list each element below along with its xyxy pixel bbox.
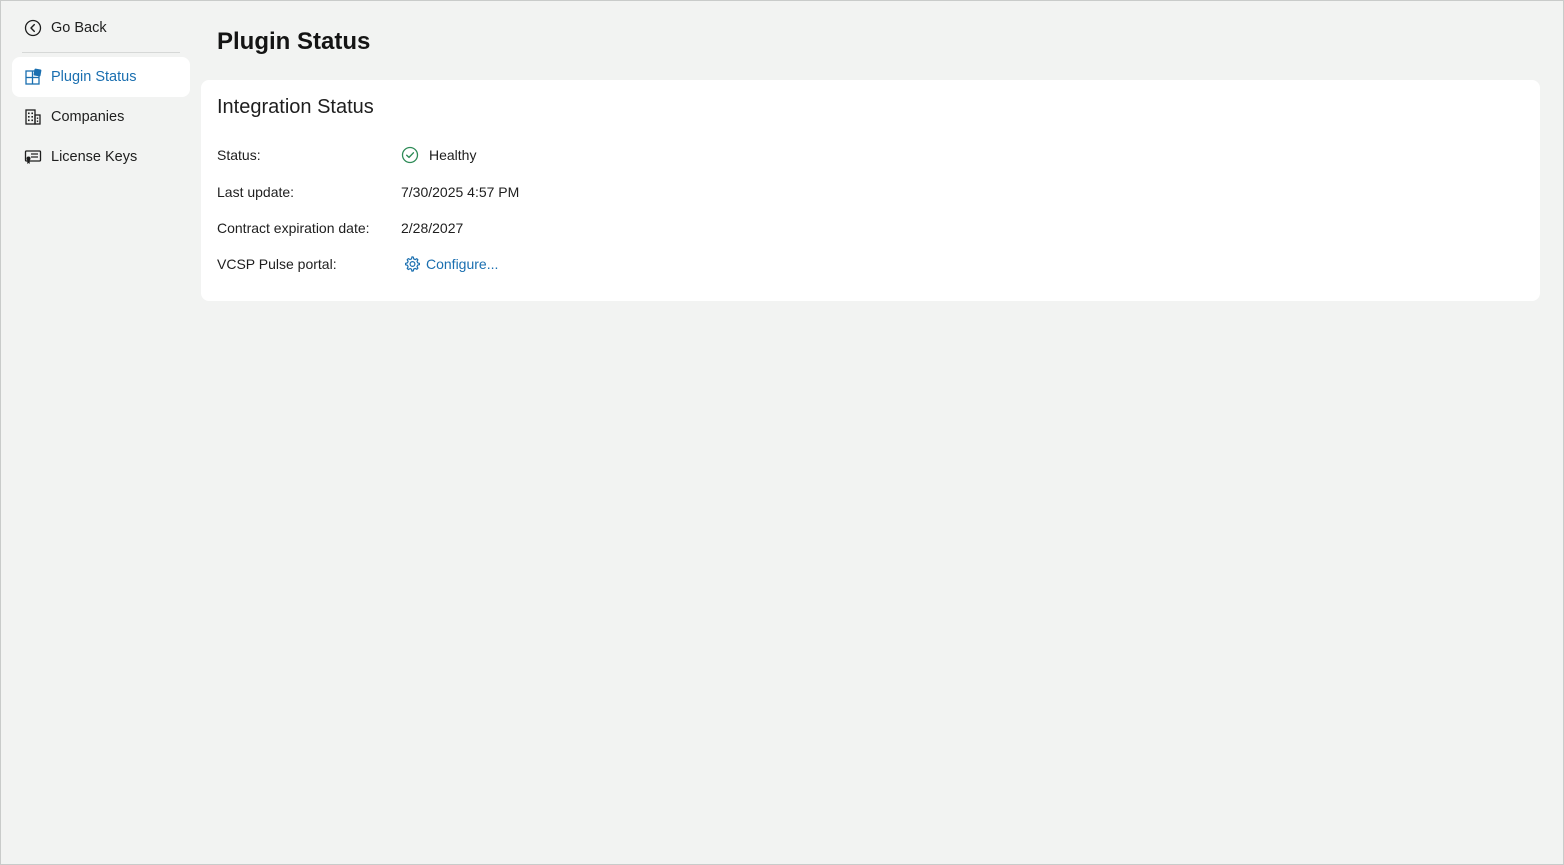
sidebar-item-plugin-status[interactable]: Plugin Status	[12, 57, 190, 97]
vcsp-portal-row: VCSP Pulse portal: Configure...	[217, 255, 498, 273]
vcsp-portal-label: VCSP Pulse portal:	[217, 256, 337, 272]
back-circle-icon	[24, 19, 42, 37]
go-back-button[interactable]: Go Back	[12, 10, 190, 46]
contract-expiration-label: Contract expiration date:	[217, 220, 370, 236]
check-circle-icon	[401, 146, 419, 164]
sidebar-item-label: Companies	[51, 109, 125, 125]
building-icon	[24, 108, 42, 126]
status-value: Healthy	[401, 146, 476, 164]
last-update-value: 7/30/2025 4:57 PM	[401, 184, 520, 200]
sidebar-item-companies[interactable]: Companies	[12, 97, 190, 137]
sidebar-item-label: License Keys	[51, 149, 138, 165]
page-title: Plugin Status	[217, 28, 371, 55]
configure-link-text: Configure...	[426, 256, 499, 272]
plugin-status-icon	[24, 68, 42, 86]
sidebar-item-license-keys[interactable]: License Keys	[12, 137, 190, 177]
sidebar-item-label: Plugin Status	[51, 69, 137, 85]
sidebar: Go Back Plugin Status Companies License …	[12, 10, 190, 177]
card-title: Integration Status	[217, 96, 374, 118]
status-row: Status: Healthy	[217, 146, 476, 164]
contract-expiration-row: Contract expiration date: 2/28/2027	[217, 220, 463, 236]
status-text: Healthy	[429, 147, 477, 163]
sidebar-divider	[22, 52, 180, 53]
contract-expiration-value: 2/28/2027	[401, 220, 464, 236]
last-update-row: Last update: 7/30/2025 4:57 PM	[217, 184, 519, 200]
status-label: Status:	[217, 147, 261, 163]
configure-link[interactable]: Configure...	[401, 255, 498, 273]
last-update-label: Last update:	[217, 184, 295, 200]
go-back-label: Go Back	[51, 20, 107, 36]
gear-icon	[403, 255, 421, 273]
integration-status-card: Integration Status Status: Healthy Last …	[201, 80, 1540, 301]
license-key-icon	[24, 148, 42, 166]
